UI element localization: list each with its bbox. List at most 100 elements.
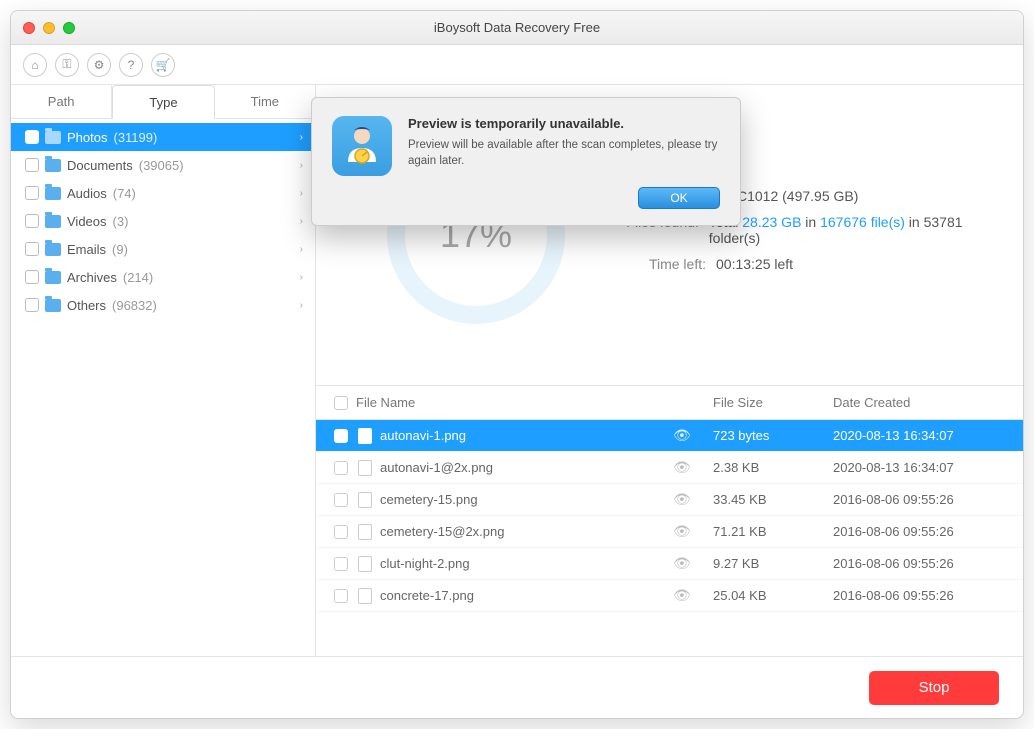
chevron-right-icon: › xyxy=(300,216,303,227)
checkbox[interactable] xyxy=(25,270,39,284)
table-row[interactable]: cemetery-15@2x.png👁71.21 KB2016-08-06 09… xyxy=(316,516,1023,548)
item-count: (31199) xyxy=(113,130,157,145)
item-name: Archives xyxy=(67,270,117,285)
cart-icon[interactable]: 🛒 xyxy=(151,53,175,77)
row-checkbox[interactable] xyxy=(334,525,348,539)
folder-icon xyxy=(45,243,61,256)
header-datecreated[interactable]: Date Created xyxy=(833,395,1023,410)
item-name: Documents xyxy=(67,158,133,173)
preview-icon[interactable]: 👁 xyxy=(673,427,691,443)
item-count: (96832) xyxy=(112,298,157,313)
sidebar-item-documents[interactable]: Documents (39065)› xyxy=(11,151,315,179)
table-row[interactable]: autonavi-1.png👁723 bytes2020-08-13 16:34… xyxy=(316,420,1023,452)
sidebar-item-videos[interactable]: Videos (3) › xyxy=(11,207,315,235)
alert-title: Preview is temporarily unavailable. xyxy=(408,116,720,131)
preview-icon[interactable]: 👁 xyxy=(673,587,691,603)
item-count: (74) xyxy=(113,186,136,201)
chevron-right-icon: › xyxy=(300,244,303,255)
tab-type[interactable]: Type xyxy=(112,85,214,119)
file-size: 71.21 KB xyxy=(713,524,833,539)
app-window: iBoysoft Data Recovery Free ⌂ ⚿ ⚙ ? 🛒 Pa… xyxy=(10,10,1024,719)
file-name: cemetery-15@2x.png xyxy=(380,524,673,539)
file-name: autonavi-1.png xyxy=(380,428,673,443)
tab-time[interactable]: Time xyxy=(215,85,315,118)
sidebar-item-emails[interactable]: Emails (9)› xyxy=(11,235,315,263)
home-icon[interactable]: ⌂ xyxy=(23,53,47,77)
table-body: autonavi-1.png👁723 bytes2020-08-13 16:34… xyxy=(316,420,1023,656)
folder-icon xyxy=(45,159,61,172)
tab-path[interactable]: Path xyxy=(11,85,112,118)
key-icon[interactable]: ⚿ xyxy=(55,53,79,77)
sidebar-item-others[interactable]: Others (96832)› xyxy=(11,291,315,319)
checkbox[interactable] xyxy=(25,242,39,256)
timeleft-label: Time left: xyxy=(616,256,706,272)
file-icon xyxy=(358,428,372,444)
sidebar-item-archives[interactable]: Archives (214) › xyxy=(11,263,315,291)
file-date: 2016-08-06 09:55:26 xyxy=(833,492,1023,507)
help-icon[interactable]: ? xyxy=(119,53,143,77)
file-size: 2.38 KB xyxy=(713,460,833,475)
checkbox[interactable] xyxy=(25,158,39,172)
sidebar-item-audios[interactable]: Audios (74)› xyxy=(11,179,315,207)
found-value: Total 28.23 GB in 167676 file(s) in 5378… xyxy=(709,214,993,246)
row-checkbox[interactable] xyxy=(334,461,348,475)
file-name: concrete-17.png xyxy=(380,588,673,603)
table-header: File Name File Size Date Created xyxy=(316,386,1023,420)
table-row[interactable]: clut-night-2.png👁 9.27 KB2016-08-06 09:55… xyxy=(316,548,1023,580)
row-checkbox[interactable] xyxy=(334,429,348,443)
timeleft-value: 00:13:25 left xyxy=(716,256,793,272)
alert-dialog: Preview is temporarily unavailable. Prev… xyxy=(311,97,741,226)
item-count: (214) xyxy=(123,270,153,285)
select-all-checkbox[interactable] xyxy=(334,396,348,410)
folder-icon xyxy=(45,187,61,200)
folder-icon xyxy=(45,131,61,144)
file-size: 25.04 KB xyxy=(713,588,833,603)
app-icon xyxy=(332,116,392,176)
stop-button[interactable]: Stop xyxy=(869,671,999,705)
preview-icon[interactable]: 👁 xyxy=(673,459,691,475)
table-row[interactable]: autonavi-1@2x.png👁2.38 KB2020-08-13 16:3… xyxy=(316,452,1023,484)
sidebar: Path Type Time Photos (31199)›Documents … xyxy=(11,85,316,656)
checkbox[interactable] xyxy=(25,186,39,200)
preview-icon[interactable]: 👁 xyxy=(673,491,691,507)
footer: Stop xyxy=(11,656,1023,718)
folder-icon xyxy=(45,271,61,284)
file-size: 33.45 KB xyxy=(713,492,833,507)
preview-icon[interactable]: 👁 xyxy=(673,555,691,571)
file-name: clut-night-2.png xyxy=(380,556,673,571)
ok-button[interactable]: OK xyxy=(638,187,720,209)
toolbar: ⌂ ⚿ ⚙ ? 🛒 xyxy=(11,45,1023,85)
titlebar: iBoysoft Data Recovery Free xyxy=(11,11,1023,45)
preview-icon[interactable]: 👁 xyxy=(673,523,691,539)
checkbox[interactable] xyxy=(25,130,39,144)
header-filesize[interactable]: File Size xyxy=(713,395,833,410)
item-name: Others xyxy=(67,298,106,313)
file-size: 9.27 KB xyxy=(713,556,833,571)
file-icon xyxy=(358,588,372,604)
file-icon xyxy=(358,460,372,476)
item-count: (3) xyxy=(113,214,129,229)
row-checkbox[interactable] xyxy=(334,557,348,571)
item-name: Videos xyxy=(67,214,107,229)
table-row[interactable]: cemetery-15.png👁33.45 KB2016-08-06 09:55… xyxy=(316,484,1023,516)
item-name: Emails xyxy=(67,242,106,257)
folder-icon xyxy=(45,215,61,228)
item-name: Photos xyxy=(67,130,107,145)
table-row[interactable]: concrete-17.png👁25.04 KB2016-08-06 09:55… xyxy=(316,580,1023,612)
chevron-right-icon: › xyxy=(300,160,303,171)
chevron-right-icon: › xyxy=(300,132,303,143)
file-icon xyxy=(358,556,372,572)
row-checkbox[interactable] xyxy=(334,589,348,603)
file-date: 2020-08-13 16:34:07 xyxy=(833,460,1023,475)
gear-icon[interactable]: ⚙ xyxy=(87,53,111,77)
header-filename[interactable]: File Name xyxy=(356,395,415,410)
row-checkbox[interactable] xyxy=(334,493,348,507)
window-title: iBoysoft Data Recovery Free xyxy=(11,20,1023,35)
file-type-tree: Photos (31199)›Documents (39065)›Audios … xyxy=(11,119,315,656)
file-date: 2016-08-06 09:55:26 xyxy=(833,556,1023,571)
checkbox[interactable] xyxy=(25,214,39,228)
sidebar-item-photos[interactable]: Photos (31199) › xyxy=(11,123,315,151)
chevron-right-icon: › xyxy=(300,272,303,283)
chevron-right-icon: › xyxy=(300,188,303,199)
checkbox[interactable] xyxy=(25,298,39,312)
